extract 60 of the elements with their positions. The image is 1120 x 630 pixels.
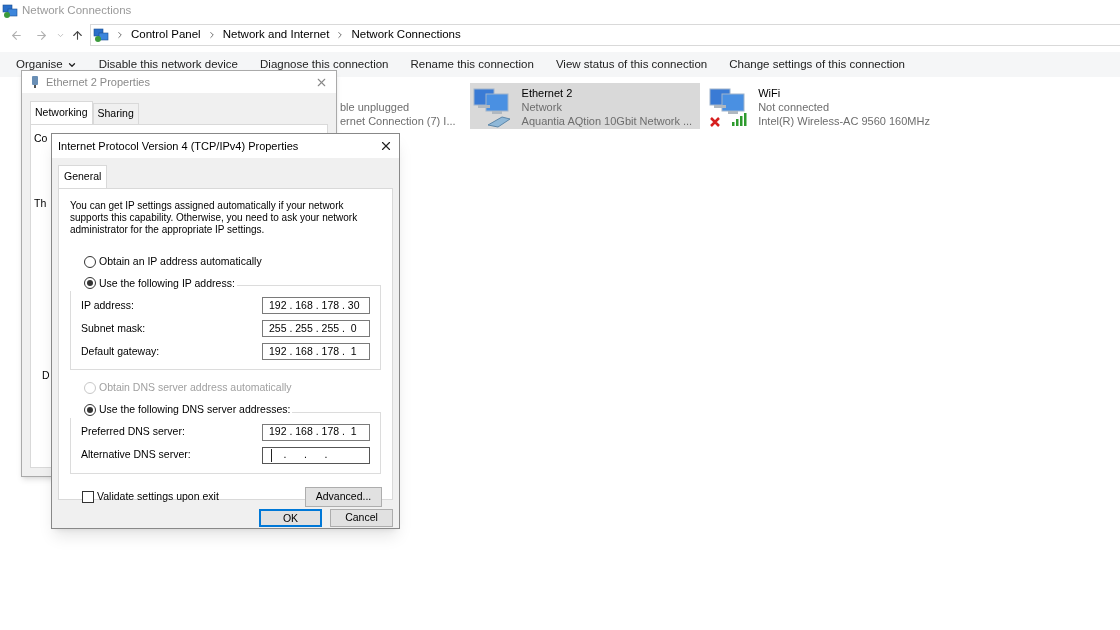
connection-item[interactable]: Ethernet 2 Network Aquantia AQtion 10Gbit Network ... xyxy=(469,83,701,129)
radio-button[interactable] xyxy=(84,277,96,290)
close-icon[interactable] xyxy=(379,139,393,153)
ip-address-field[interactable]: 192 . 168 . 178 . 1 xyxy=(262,423,370,441)
connection-status: ble unplugged xyxy=(340,100,411,114)
ip-address-field[interactable]: 192 . 168 . 178 . 30 xyxy=(262,297,370,315)
toolbar-button[interactable]: Change settings of this connection xyxy=(729,55,905,74)
breadcrumb-item[interactable]: Network Connections xyxy=(351,26,461,44)
label-text: Th xyxy=(34,195,47,211)
radio-label: Use the following IP address: xyxy=(99,275,235,291)
breadcrumb-item[interactable]: Network and Internet xyxy=(222,26,330,44)
dialog-title: Internet Protocol Version 4 (TCP/IPv4) Properties xyxy=(58,138,299,154)
toolbar-button[interactable]: Rename this connection xyxy=(410,55,534,74)
label-text: D xyxy=(42,367,50,383)
toolbar-button[interactable]: View status of this connection xyxy=(555,55,708,74)
ip-address-field[interactable]: 192 . 168 . 178 . 1 xyxy=(262,343,370,361)
ip-address-field[interactable]: . . . xyxy=(262,446,370,464)
advanced-button[interactable]: Advanced... xyxy=(305,486,382,507)
chevron-icon xyxy=(115,30,125,40)
description-text: You can get IP settings assigned automatically if your network supports this capability. Otherwise, you need to ask your network administrator for the appropriate IP settings. xyxy=(69,198,359,236)
address-bar[interactable]: Control Panel Network and Internet Network Connections xyxy=(90,24,1120,46)
connection-adapter: ernet Connection (7) I... xyxy=(340,114,456,128)
radio-label: Obtain an IP address automatically xyxy=(99,253,262,269)
window-title: Network Connections xyxy=(22,3,132,19)
network-icon xyxy=(2,3,18,19)
radio-button[interactable] xyxy=(84,403,96,416)
checkbox[interactable] xyxy=(82,490,94,503)
up-icon[interactable] xyxy=(71,28,84,42)
connection-status: Not connected xyxy=(758,100,831,114)
label-text: Co xyxy=(34,130,48,146)
connection-name: WiFi xyxy=(758,86,782,100)
connection-item[interactable]: ble unplugged ernet Connection (7) I... xyxy=(340,83,464,129)
radio-button[interactable] xyxy=(84,255,96,268)
network-icon xyxy=(93,27,109,43)
field-label: Alternative DNS server: xyxy=(81,447,191,463)
field-label: Preferred DNS server: xyxy=(81,424,185,440)
network-adapter-icon xyxy=(30,75,40,89)
tab[interactable]: Networking xyxy=(30,101,93,124)
dialog-title: Ethernet 2 Properties xyxy=(46,74,150,90)
cancel-button[interactable]: Cancel xyxy=(330,508,393,527)
tab[interactable]: Sharing xyxy=(92,103,139,124)
ok-button[interactable]: OK xyxy=(259,508,322,527)
checkbox-label: Validate settings upon exit xyxy=(97,488,219,504)
breadcrumb-item[interactable]: Control Panel xyxy=(131,26,201,44)
tab[interactable]: General xyxy=(58,165,108,188)
radio-label: Obtain DNS server address automatically xyxy=(99,380,292,396)
field-label: Default gateway: xyxy=(81,343,160,359)
text-cursor-icon xyxy=(268,448,274,462)
connection-status: Network xyxy=(521,100,563,114)
connection-item[interactable]: WiFi Not connected Intel(R) Wireless-AC 9560 160MHz xyxy=(706,83,938,129)
radio-label: Use the following DNS server addresses: xyxy=(99,402,291,417)
connection-adapter: Aquantia AQtion 10Gbit Network ... xyxy=(521,114,693,128)
connection-adapter: Intel(R) Wireless-AC 9560 160MHz xyxy=(758,114,930,128)
field-label: IP address: xyxy=(81,297,134,313)
toolbar-button[interactable]: Organise xyxy=(16,55,77,74)
ip-address-field[interactable]: 255 . 255 . 255 . 0 xyxy=(262,320,370,338)
field-label: Subnet mask: xyxy=(81,320,146,336)
toolbar-button[interactable]: Disable this network device xyxy=(98,55,238,74)
connection-name: Ethernet 2 xyxy=(521,86,574,100)
toolbar-button[interactable]: Diagnose this connection xyxy=(260,55,389,74)
